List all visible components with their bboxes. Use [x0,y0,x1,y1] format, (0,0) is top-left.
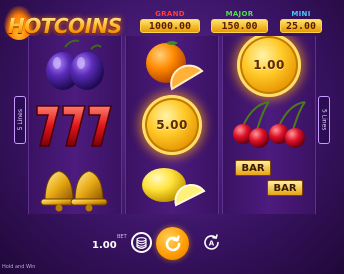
bet-stack-button[interactable] [131,232,152,253]
jackpot-major-value: 150.00 [211,19,268,33]
coin-value-reel-3: 1.00 [253,58,285,72]
jackpot-major: MAJOR 150.00 [211,10,268,33]
lemon-icon [142,168,206,207]
sevens-symbol [29,95,121,155]
autoplay-button[interactable]: A [201,232,222,253]
bar-block-bottom: BAR [267,180,303,196]
jackpot-mini-value: 25.00 [280,19,322,33]
reel-2: 5.00 [125,36,219,214]
coin-symbol: 5.00 [126,95,218,155]
spin-arrow-icon [165,234,180,251]
bet-label: BET [117,234,127,240]
autoplay-icon: A [204,234,219,250]
game-logo: HOTCOINS [4,6,126,40]
reel-1 [28,36,122,214]
jackpot-mini: MINI 25.00 [280,10,322,33]
footer-text: Hold and Win [2,264,36,270]
lines-left-label: 5 Lines [16,109,24,131]
jackpot-grand: GRAND 1000.00 [140,10,200,33]
jackpot-grand-label: GRAND [155,10,185,18]
coin-value-reel-2: 5.00 [156,118,188,132]
logo-text: HOTCOINS [8,14,122,38]
coin-stack-icon [136,236,147,249]
reels-area: 5.00 1.00 BAR BAR [28,36,316,214]
bell-icon [40,170,108,212]
coin-icon: 5.00 [142,95,202,155]
lines-right-label: 5 Lines [320,109,328,131]
cherries-symbol [223,95,315,155]
spin-button[interactable] [156,227,189,260]
lines-indicator-left: 5 Lines [14,96,26,144]
svg-text:A: A [209,240,215,248]
coin-symbol: 1.00 [223,36,315,100]
oranges-symbol [126,36,218,96]
bar-block-top: BAR [235,160,271,176]
bars-symbol: BAR BAR [223,154,315,214]
plum-icon [46,39,104,90]
seven-icon [36,105,112,147]
bells-symbol [29,154,121,214]
jackpot-grand-value: 1000.00 [140,19,200,33]
cherry-icon [233,101,306,148]
jackpot-major-label: MAJOR [225,10,254,18]
plums-symbol [29,36,121,96]
jackpot-mini-label: MINI [291,10,311,18]
orange-icon [146,41,204,91]
reel-3: 1.00 BAR BAR [222,36,316,214]
coin-icon: 1.00 [237,36,301,97]
lemons-symbol [126,154,218,214]
lines-indicator-right: 5 Lines [318,96,330,144]
bet-value[interactable]: 1.00 [92,240,117,251]
